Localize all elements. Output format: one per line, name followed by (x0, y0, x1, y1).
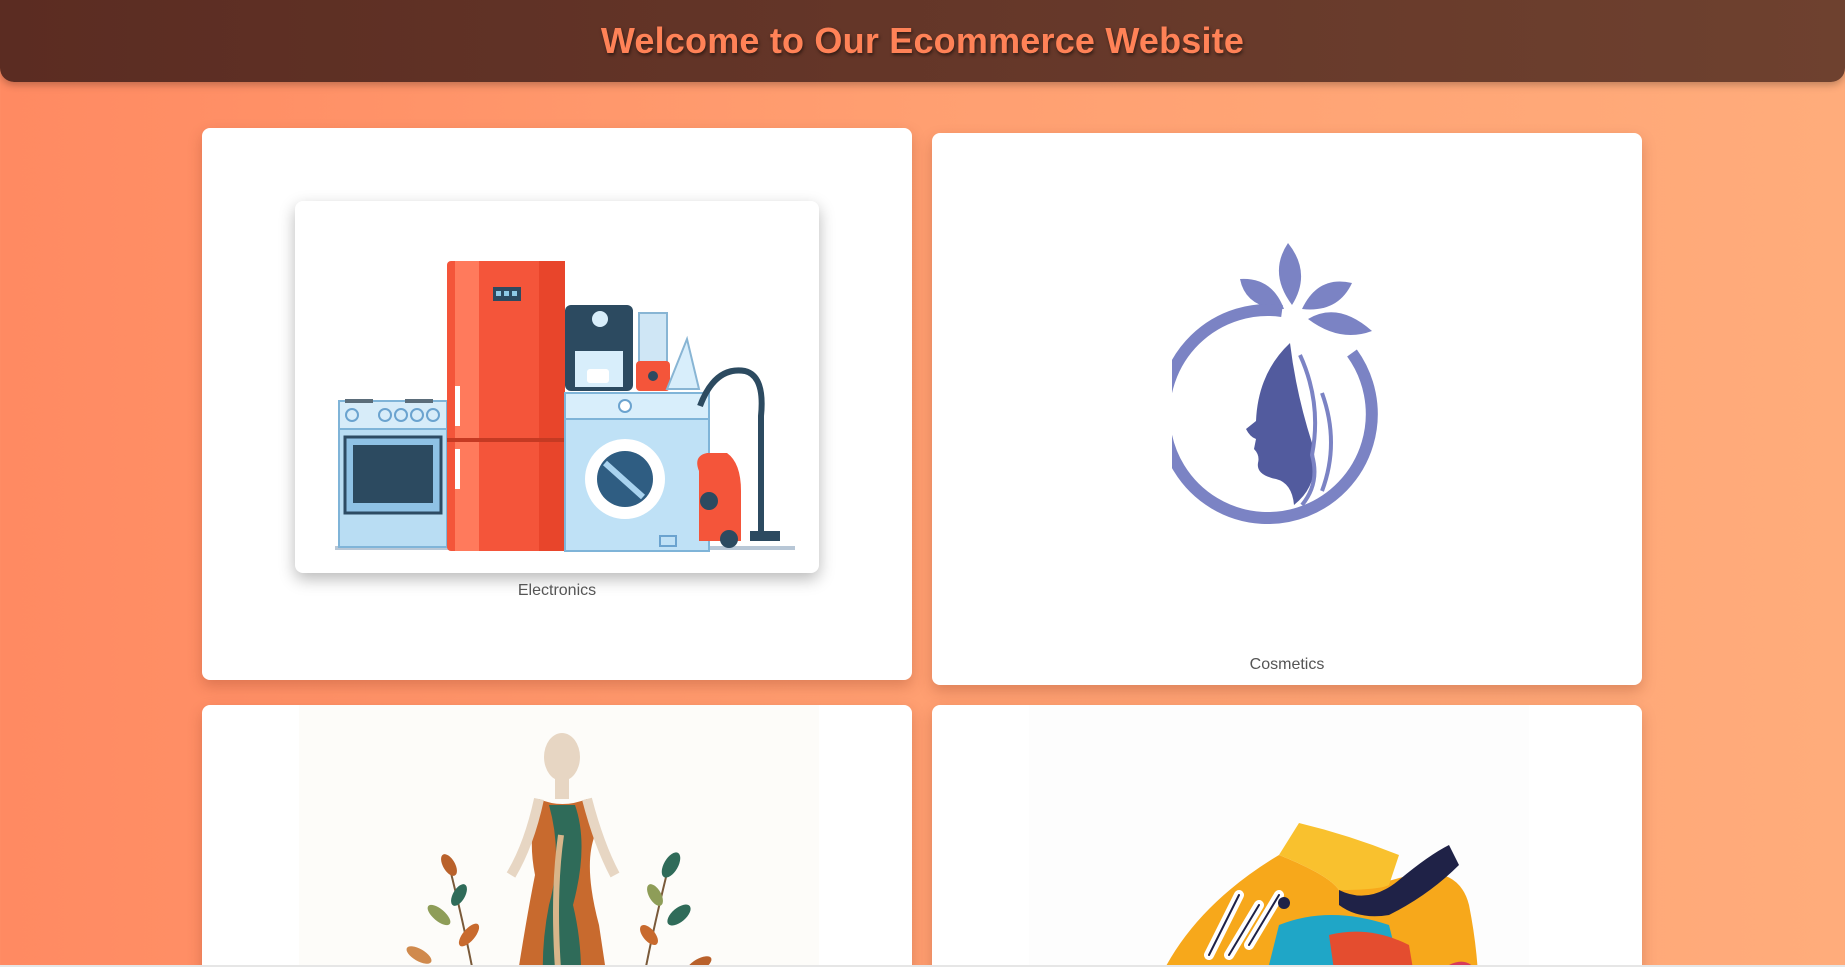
fashion-dress-illustration-icon (406, 733, 712, 967)
category-card-fashion[interactable] (202, 705, 912, 967)
category-card-shoes[interactable] (932, 705, 1642, 967)
category-label-cosmetics: Cosmetics (1249, 656, 1325, 673)
electronics-image (295, 201, 819, 573)
sneaker-illustration-icon (1165, 823, 1478, 967)
home-appliances-illustration-icon (335, 261, 795, 552)
fashion-image (299, 705, 819, 967)
category-label-electronics: Electronics (517, 582, 597, 599)
site-header: Welcome to Our Ecommerce Website (0, 0, 1845, 82)
shoes-image (1029, 705, 1529, 967)
category-card-electronics[interactable]: Electronics (202, 128, 912, 680)
category-card-cosmetics[interactable]: Cosmetics (932, 133, 1642, 685)
page-title: Welcome to Our Ecommerce Website (600, 20, 1245, 61)
woman-face-logo-icon (1172, 243, 1378, 524)
